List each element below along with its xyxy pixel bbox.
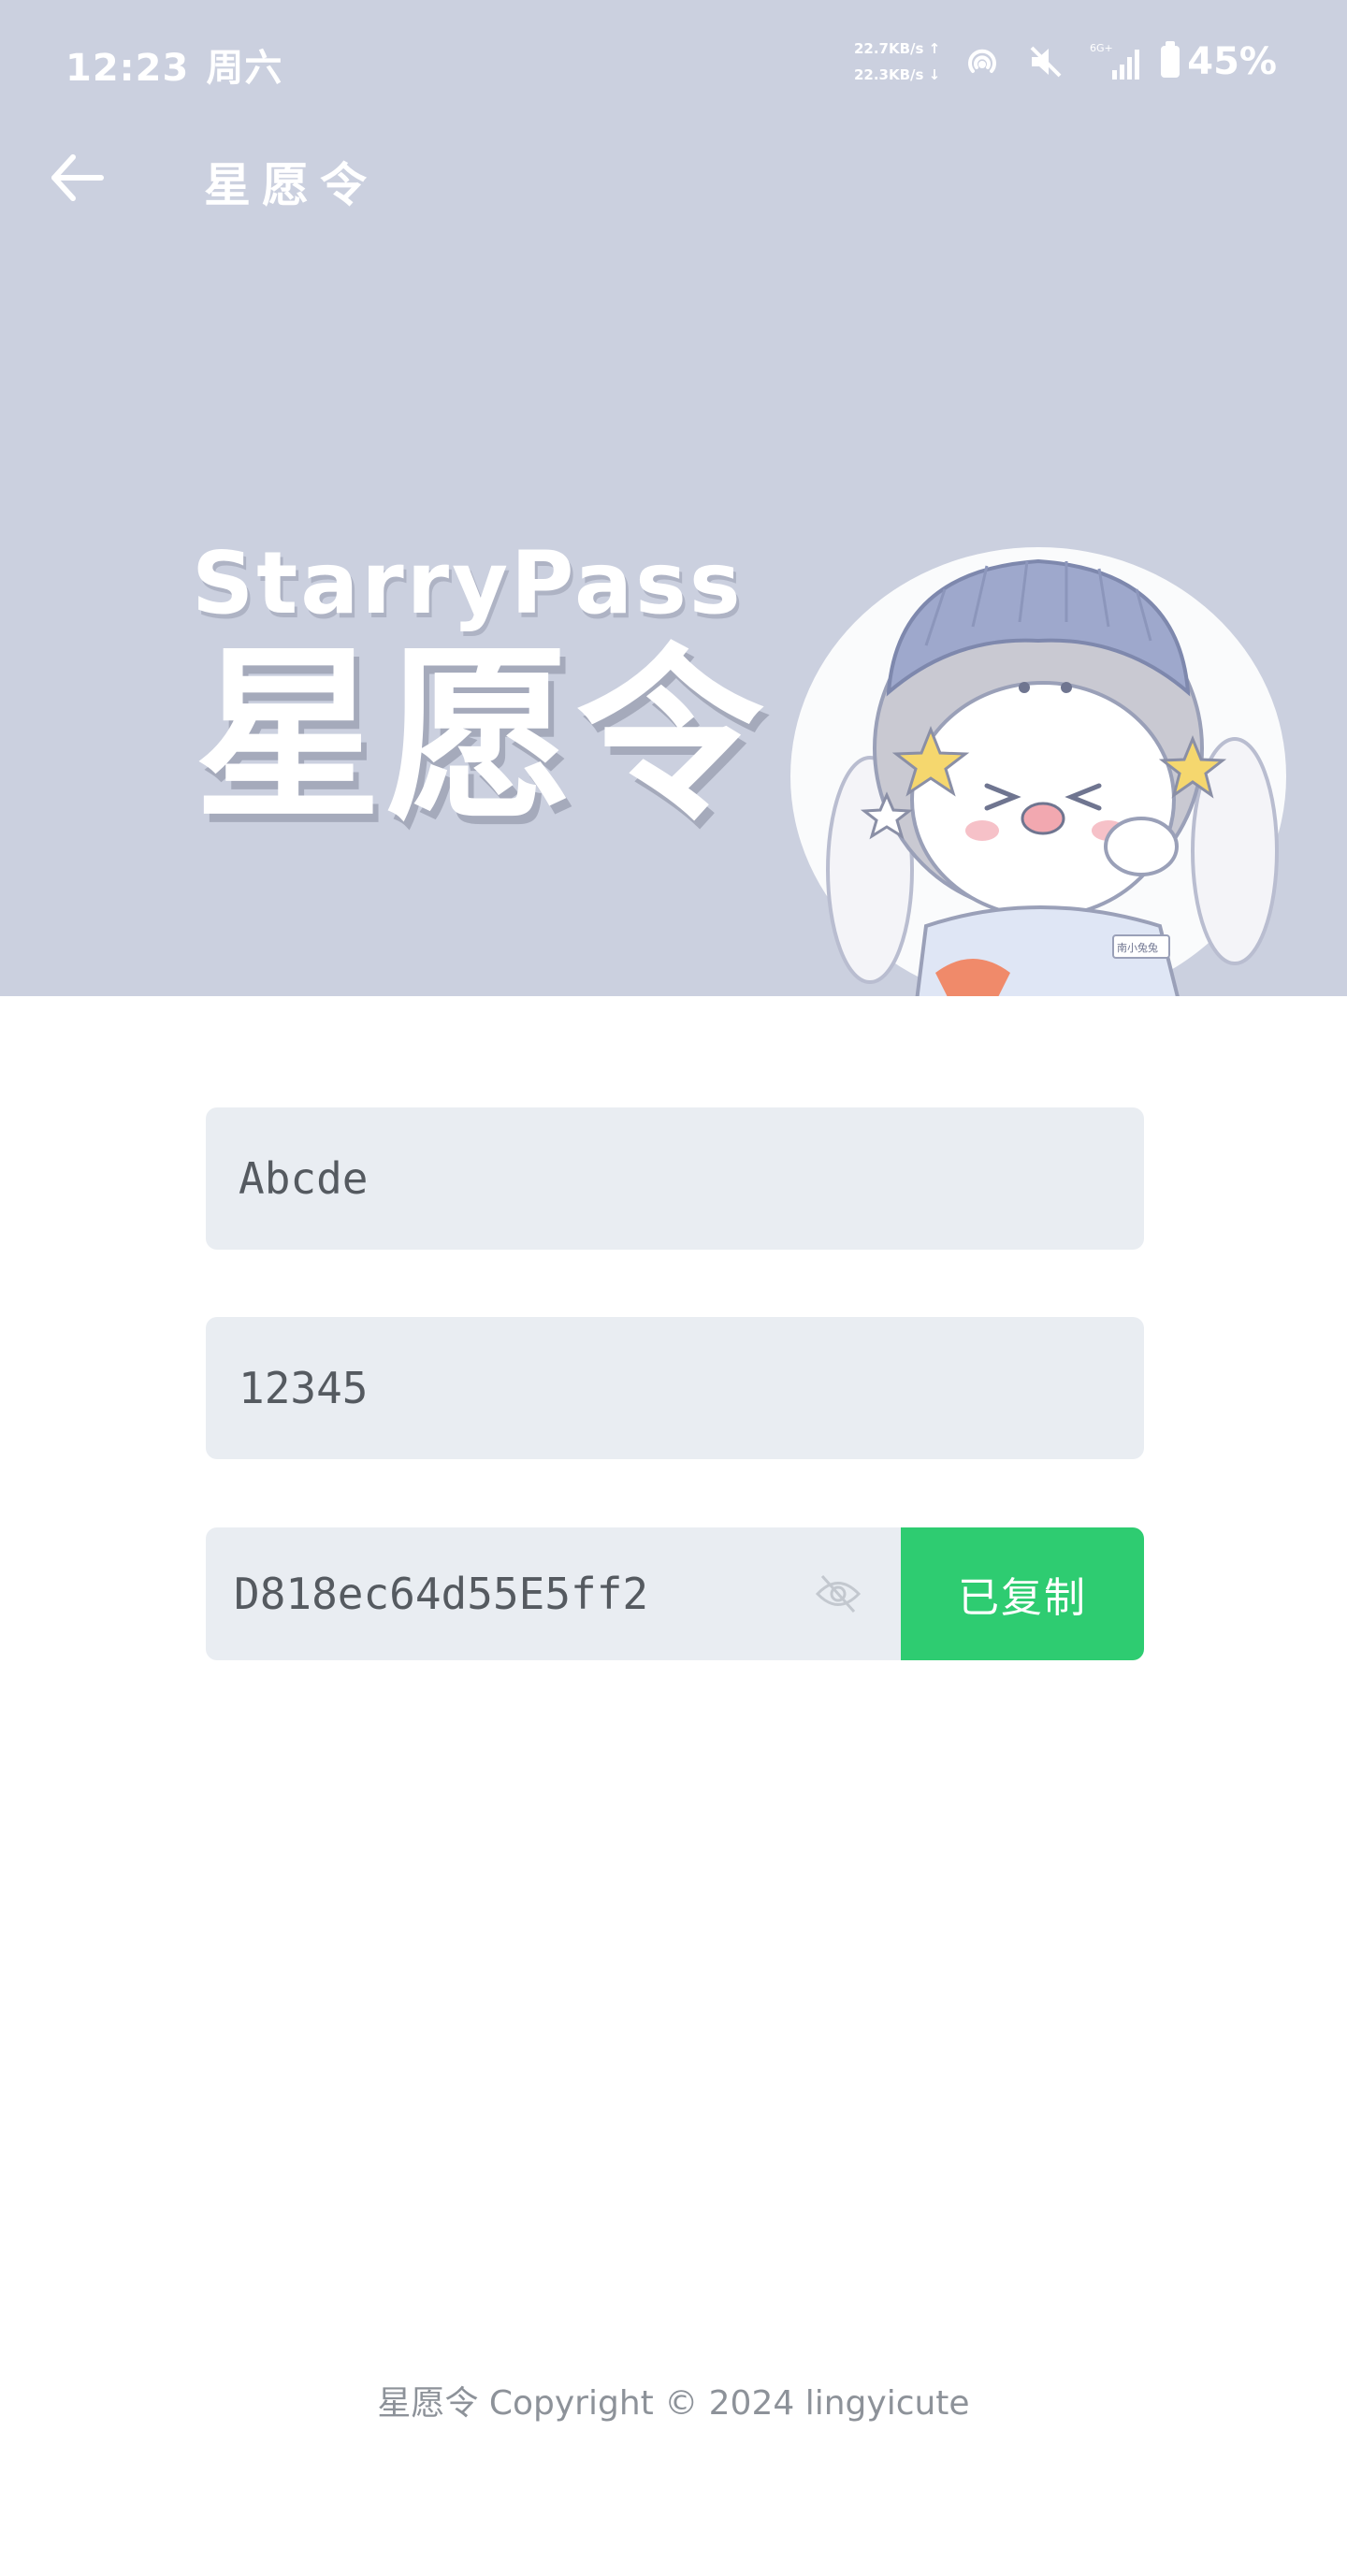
status-day: 周六 <box>206 47 283 90</box>
hotspot-icon <box>968 49 997 73</box>
brand-name-chinese: 星愿令 <box>195 628 768 846</box>
copy-button[interactable]: 已复制 <box>901 1527 1144 1660</box>
mascot-illustration: 南小兔兔 <box>790 547 1286 996</box>
eye-off-icon[interactable] <box>815 1572 862 1615</box>
net-up-speed: 22.7KB/s ↑ <box>853 40 941 57</box>
generated-password-field[interactable]: D818ec64d55E5ff2 <box>206 1527 901 1660</box>
app-bar: 星愿令 <box>0 131 1347 224</box>
status-bar: 12:23 周六 22.7KB/s ↑ 22.3KB/s ↓ 6G+ 45% <box>0 0 1347 122</box>
status-indicators: 22.7KB/s ↑ 22.3KB/s ↓ 6G+ 45% <box>854 36 1277 88</box>
password-field[interactable]: 12345 <box>206 1317 1144 1459</box>
net-down-speed: 22.3KB/s ↓ <box>853 66 941 83</box>
network-speed: 22.7KB/s ↑ 22.3KB/s ↓ <box>854 36 940 88</box>
signal-icon: 6G+ <box>1090 42 1140 80</box>
status-time: 12:23 周六 <box>65 37 282 92</box>
status-time-text: 12:23 <box>65 47 190 90</box>
password-value: 12345 <box>239 1363 369 1413</box>
brand-name-english: StarryPass <box>192 533 744 633</box>
username-field[interactable]: Abcde <box>206 1107 1144 1250</box>
mascot-badge-text: 南小兔兔 <box>1117 941 1158 954</box>
battery-indicator: 45% <box>1161 40 1277 83</box>
page-title: 星愿令 <box>204 158 378 212</box>
generated-password-value: D818ec64d55E5ff2 <box>234 1569 649 1619</box>
mute-icon <box>1030 46 1062 78</box>
battery-percent: 45% <box>1187 40 1277 83</box>
hero-banner: 12:23 周六 22.7KB/s ↑ 22.3KB/s ↓ 6G+ 45% 星… <box>0 0 1347 996</box>
arrow-left-icon[interactable] <box>45 148 110 208</box>
username-value: Abcde <box>239 1153 369 1204</box>
footer-copyright: 星愿令 Copyright © 2024 lingyicute <box>377 2384 970 2423</box>
network-type-label: 6G+ <box>1090 42 1113 54</box>
battery-icon <box>1161 41 1180 78</box>
generated-password-row: D818ec64d55E5ff2 已复制 <box>206 1527 1144 1660</box>
